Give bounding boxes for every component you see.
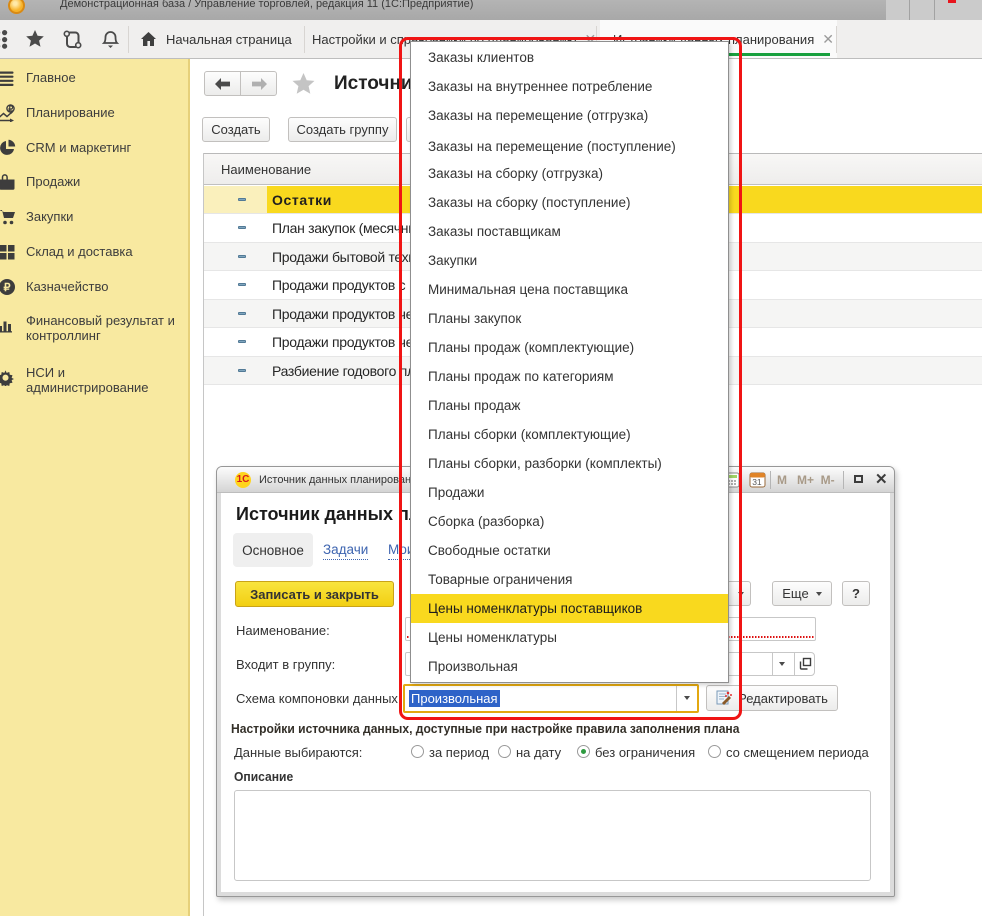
svg-text:31: 31 — [752, 477, 762, 487]
svg-text:₽: ₽ — [4, 282, 11, 294]
